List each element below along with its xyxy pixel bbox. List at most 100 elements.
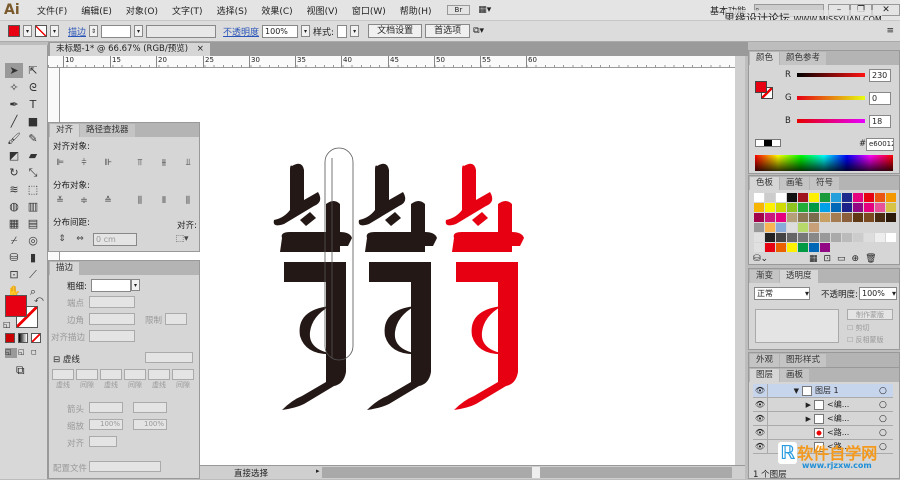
- visibility-eye-icon[interactable]: 👁: [753, 400, 767, 409]
- target-circle-icon[interactable]: ○: [879, 400, 893, 410]
- visibility-eye-icon[interactable]: 👁: [753, 442, 767, 451]
- draw-inside-button[interactable]: ◻: [31, 348, 43, 358]
- bridge-button[interactable]: Br: [446, 5, 471, 15]
- dash-align-buttons[interactable]: [145, 352, 193, 363]
- opacity-link[interactable]: 不透明度: [223, 25, 259, 38]
- fill-dropdown[interactable]: ▾: [23, 25, 32, 37]
- color-swatch[interactable]: [798, 243, 808, 252]
- color-swatch[interactable]: [798, 193, 808, 202]
- default-colors-icon[interactable]: ◱: [3, 320, 11, 329]
- spacing-input[interactable]: 0 cm: [93, 233, 137, 246]
- tab-pathfinder[interactable]: 路径查找器: [80, 124, 135, 137]
- artboard-tool[interactable]: ⊡: [5, 267, 23, 282]
- color-swatch[interactable]: [831, 223, 841, 232]
- visibility-eye-icon[interactable]: 👁: [753, 414, 767, 423]
- color-swatch[interactable]: [809, 243, 819, 252]
- distribute-top-icon[interactable]: ≚: [53, 195, 67, 207]
- color-swatch[interactable]: [831, 233, 841, 242]
- layer-row[interactable]: 👁 <路... ○: [753, 425, 893, 440]
- dash-input[interactable]: [100, 369, 122, 380]
- dash-input[interactable]: [148, 369, 170, 380]
- corner-buttons[interactable]: [89, 313, 135, 325]
- color-swatch[interactable]: [809, 213, 819, 222]
- align-right-icon[interactable]: ⊪: [101, 157, 115, 169]
- hex-input[interactable]: e60012: [866, 138, 894, 151]
- tab-swatches[interactable]: 色板: [750, 177, 780, 190]
- r-slider[interactable]: [797, 73, 865, 77]
- color-swatch[interactable]: [853, 243, 863, 252]
- color-swatch[interactable]: [842, 233, 852, 242]
- none-mode-button[interactable]: [31, 333, 41, 343]
- color-swatch[interactable]: [776, 243, 786, 252]
- color-swatch[interactable]: [820, 193, 830, 202]
- color-swatch[interactable]: [798, 223, 808, 232]
- menu-help[interactable]: 帮助(H): [393, 4, 439, 17]
- screen-mode-icon[interactable]: ⧉: [16, 363, 25, 378]
- color-spectrum[interactable]: [755, 155, 893, 171]
- layer-name[interactable]: <编...: [827, 399, 879, 410]
- menu-object[interactable]: 对象(O): [119, 4, 165, 17]
- color-swatch[interactable]: [787, 243, 797, 252]
- scroll-thumb[interactable]: [532, 467, 540, 478]
- rotate-tool[interactable]: ↻: [5, 165, 23, 180]
- color-swatch[interactable]: [842, 243, 852, 252]
- end-arrow-dropdown[interactable]: [133, 402, 167, 413]
- selection-tool[interactable]: ➤: [5, 63, 23, 78]
- stroke-weight-input[interactable]: [101, 24, 132, 38]
- graph-tool[interactable]: ▮: [24, 250, 42, 265]
- menu-effect[interactable]: 效果(C): [254, 4, 299, 17]
- align-hcenter-icon[interactable]: ⫩: [77, 157, 91, 169]
- align-bottom-icon[interactable]: ⫫: [181, 157, 195, 169]
- expand-arrow-icon[interactable]: ▼: [781, 387, 799, 395]
- swatch-library-icon[interactable]: ⛁⌄: [753, 254, 768, 264]
- start-arrow-dropdown[interactable]: [89, 402, 123, 413]
- target-circle-icon[interactable]: ○: [879, 414, 893, 424]
- eyedropper-tool[interactable]: ⌿: [5, 233, 23, 248]
- color-swatch[interactable]: [831, 243, 841, 252]
- color-swatch[interactable]: [864, 233, 874, 242]
- horizontal-scrollbar[interactable]: [322, 467, 732, 478]
- mesh-tool[interactable]: ▦: [5, 216, 23, 231]
- line-tool[interactable]: ╱: [5, 114, 23, 129]
- color-swatch[interactable]: [798, 233, 808, 242]
- color-swatch[interactable]: [754, 203, 764, 212]
- color-swatch[interactable]: [820, 213, 830, 222]
- blend-tool[interactable]: ◎: [24, 233, 42, 248]
- color-swatch[interactable]: [831, 193, 841, 202]
- paintbrush-tool[interactable]: 🖌: [5, 131, 23, 146]
- color-swatch[interactable]: [831, 213, 841, 222]
- align-to-dropdown[interactable]: ⬚▾: [175, 233, 189, 245]
- tab-color-guide[interactable]: 颜色参考: [780, 52, 827, 65]
- color-swatch[interactable]: [842, 193, 852, 202]
- color-swatch[interactable]: [864, 243, 874, 252]
- color-swatch[interactable]: [853, 203, 863, 212]
- rectangle-tool[interactable]: ■: [24, 114, 42, 129]
- layer-row[interactable]: 👁 ▼ 图层 1 ○: [753, 383, 893, 398]
- color-swatch[interactable]: [842, 203, 852, 212]
- color-swatch[interactable]: [842, 223, 852, 232]
- align-stroke-buttons[interactable]: [89, 330, 135, 342]
- g-slider[interactable]: [797, 96, 865, 100]
- color-swatch[interactable]: [787, 203, 797, 212]
- type-tool[interactable]: T: [24, 97, 42, 112]
- layer-name[interactable]: <路...: [827, 427, 879, 438]
- stroke-link[interactable]: 描边: [68, 25, 86, 38]
- fill-color-box[interactable]: [5, 295, 27, 317]
- color-swatch[interactable]: [754, 243, 764, 252]
- color-swatch[interactable]: [798, 203, 808, 212]
- color-swatch[interactable]: [864, 213, 874, 222]
- eraser-tool[interactable]: ▰: [24, 148, 42, 163]
- vertical-scrollbar[interactable]: [735, 56, 745, 465]
- document-tab[interactable]: 未标题-1* @ 66.67% (RGB/预览) ×: [50, 43, 210, 56]
- color-swatch[interactable]: [875, 233, 885, 242]
- tab-graphic-styles[interactable]: 图形样式: [780, 354, 827, 367]
- distribute-hcenter-icon[interactable]: ⦀: [157, 195, 171, 207]
- menu-type[interactable]: 文字(T): [165, 4, 210, 17]
- color-swatch[interactable]: [864, 223, 874, 232]
- distribute-vcenter-icon[interactable]: ≑: [77, 195, 91, 207]
- menu-select[interactable]: 选择(S): [210, 4, 255, 17]
- fill-swatch[interactable]: [8, 25, 20, 37]
- color-mode-button[interactable]: [5, 333, 15, 343]
- g-input[interactable]: 0: [869, 92, 891, 105]
- target-circle-icon[interactable]: ○: [879, 428, 893, 438]
